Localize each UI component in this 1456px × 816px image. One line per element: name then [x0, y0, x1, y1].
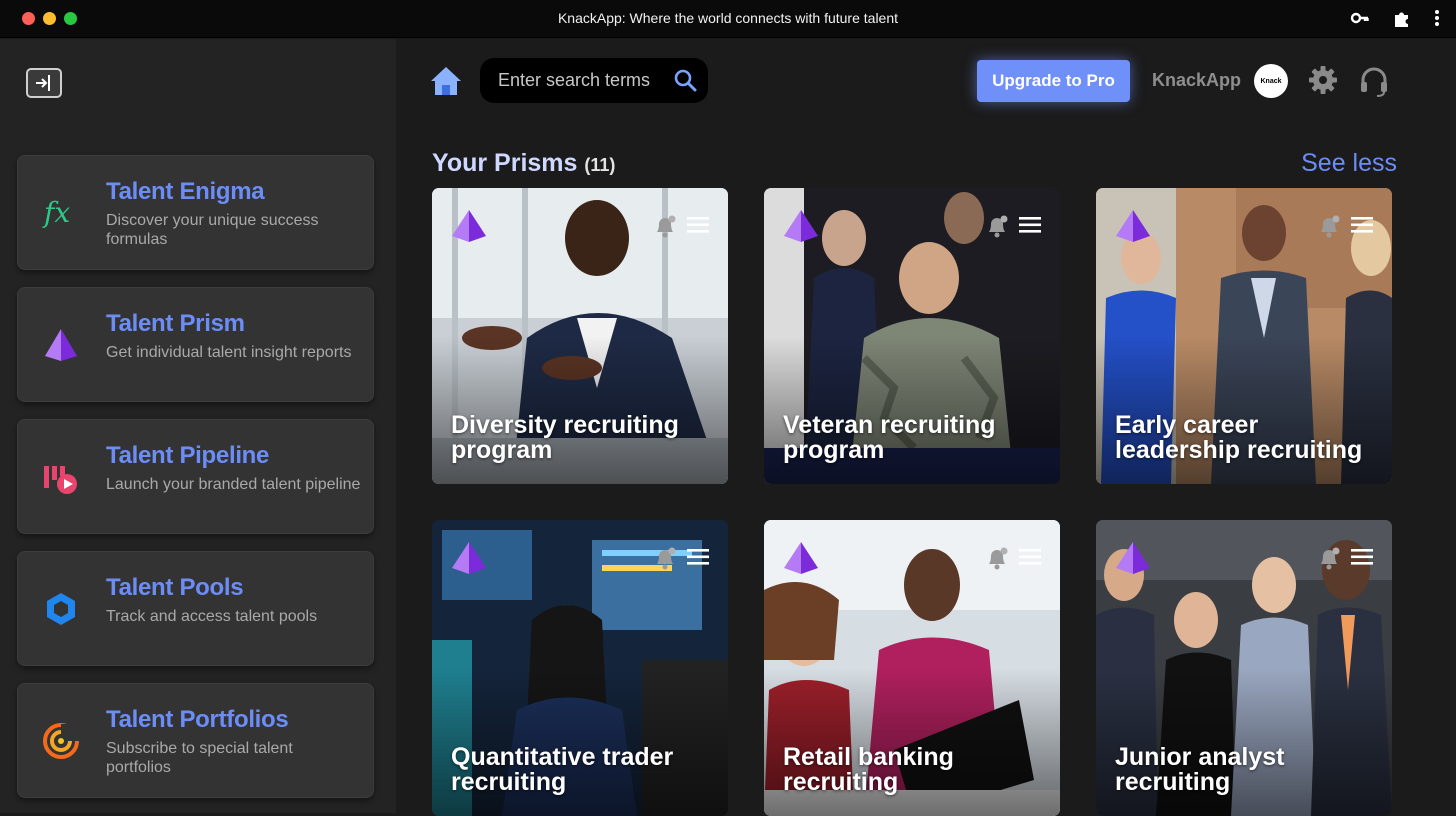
svg-text:fx: fx — [42, 196, 70, 229]
card-label: Diversity recruiting program — [451, 411, 679, 464]
key-icon[interactable] — [1350, 8, 1370, 28]
prisms-count: (11) — [584, 155, 616, 175]
search-input[interactable] — [498, 70, 668, 91]
card-label: Early career leadership recruiting — [1115, 411, 1363, 464]
home-icon — [431, 67, 461, 95]
home-button[interactable] — [429, 64, 463, 98]
upgrade-to-pro-button[interactable]: Upgrade to Pro — [977, 60, 1130, 102]
prism-icon — [784, 542, 818, 574]
extensions-puzzle-icon[interactable] — [1392, 8, 1412, 28]
bell-icon[interactable] — [986, 214, 1008, 238]
prism-icon — [1116, 210, 1150, 242]
gear-icon[interactable] — [1308, 65, 1338, 95]
menu-icon[interactable] — [687, 548, 709, 566]
prism-icon — [1116, 542, 1150, 574]
sidebar-item-title: Talent Enigma — [106, 178, 265, 205]
sidebar-toggle-icon — [36, 75, 50, 91]
sidebar-item-talent-prism[interactable]: Talent Prism Get individual talent insig… — [17, 287, 374, 402]
brand-name[interactable]: KnackApp — [1152, 70, 1241, 91]
prism-icon — [452, 542, 486, 574]
sidebar-item-description: Track and access talent pools — [106, 608, 318, 625]
sidebar-item-title: Talent Prism — [106, 310, 245, 337]
avatar[interactable]: Knack — [1254, 64, 1288, 98]
sidebar-item-talent-enigma[interactable]: fx Talent Enigma Discover your unique su… — [17, 155, 374, 270]
bell-icon[interactable] — [986, 546, 1008, 570]
prisms-section-title: Your Prisms (11) — [432, 149, 615, 178]
more-options-icon[interactable] — [1434, 8, 1440, 28]
sidebar-toggle-button[interactable] — [26, 68, 62, 98]
pipeline-icon — [44, 466, 77, 494]
bell-icon[interactable] — [1318, 214, 1340, 238]
search-bar — [480, 58, 708, 103]
sidebar-item-description: Launch your branded talent pipeline — [106, 476, 361, 493]
sidebar-item-title: Talent Pools — [106, 574, 244, 601]
window-titlebar: KnackApp: Where the world connects with … — [0, 0, 1456, 38]
prism-icon — [45, 329, 77, 361]
sidebar-item-talent-pools[interactable]: Talent Pools Track and access talent poo… — [17, 551, 374, 666]
prism-card-quantitative-trader[interactable]: Quantitative trader recruiting — [432, 520, 728, 816]
menu-icon[interactable] — [687, 216, 709, 234]
prism-icon — [784, 210, 818, 242]
sidebar-item-description: Subscribe to special talent portfolios — [106, 740, 293, 776]
headset-icon[interactable] — [1358, 65, 1390, 97]
portfolio-icon — [43, 723, 79, 759]
sidebar: fx Talent Enigma Discover your unique su… — [0, 39, 396, 813]
search-icon[interactable] — [673, 68, 697, 92]
bell-icon[interactable] — [1318, 546, 1340, 570]
prism-card-junior-analyst[interactable]: Junior analyst recruiting — [1096, 520, 1392, 816]
menu-icon[interactable] — [1351, 216, 1373, 234]
menu-icon[interactable] — [1019, 216, 1041, 234]
prism-icon — [452, 210, 486, 242]
main-content: Upgrade to Pro KnackApp Knack Your Prism… — [396, 39, 1456, 816]
hexagon-icon — [47, 593, 75, 625]
see-less-link[interactable]: See less — [1301, 149, 1397, 178]
prism-card-retail-banking[interactable]: Retail banking recruiting — [764, 520, 1060, 816]
sidebar-item-talent-portfolios[interactable]: Talent Portfolios Subscribe to special t… — [17, 683, 374, 798]
sidebar-item-description: Get individual talent insight reports — [106, 344, 352, 361]
prism-card-veteran-recruiting[interactable]: Veteran recruiting program — [764, 188, 1060, 484]
sidebar-item-talent-pipeline[interactable]: Talent Pipeline Launch your branded tale… — [17, 419, 374, 534]
fx-icon: fx — [42, 196, 70, 229]
sidebar-item-title: Talent Portfolios — [106, 706, 289, 733]
prism-card-early-career-leadership[interactable]: Early career leadership recruiting — [1096, 188, 1392, 484]
bell-icon[interactable] — [654, 546, 676, 570]
card-label: Junior analyst recruiting — [1115, 743, 1285, 796]
prism-card-diversity-recruiting[interactable]: Diversity recruiting program — [432, 188, 728, 484]
sidebar-item-description: Discover your unique success formulas — [106, 212, 319, 248]
window-title: KnackApp: Where the world connects with … — [557, 10, 899, 26]
menu-icon[interactable] — [1019, 548, 1041, 566]
card-label: Quantitative trader recruiting — [451, 743, 674, 796]
menu-icon[interactable] — [1351, 548, 1373, 566]
card-label: Retail banking recruiting — [783, 743, 954, 796]
bell-icon[interactable] — [654, 214, 676, 238]
card-label: Veteran recruiting program — [783, 411, 996, 464]
prisms-title-text: Your Prisms — [432, 149, 578, 177]
sidebar-item-title: Talent Pipeline — [106, 442, 270, 469]
